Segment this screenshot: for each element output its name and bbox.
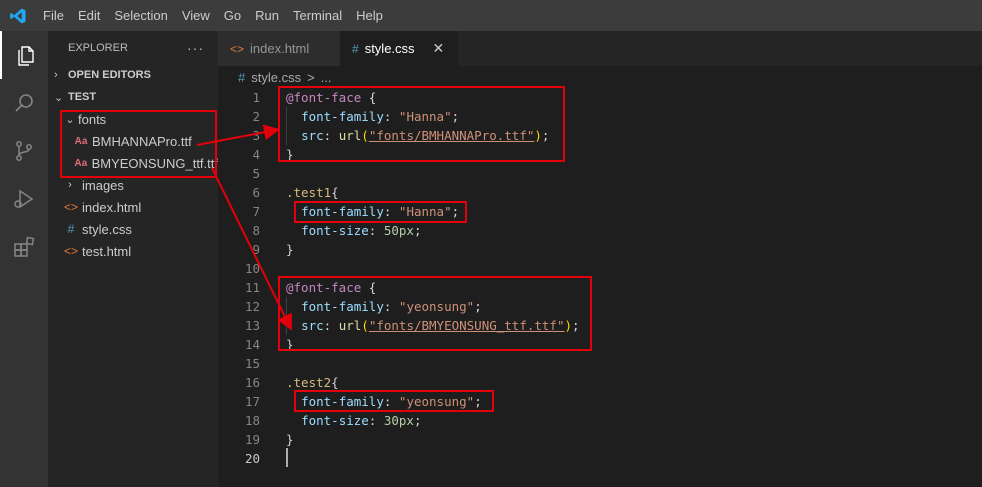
arrow-to-fontface-1 — [196, 124, 280, 146]
annotation-arrows — [196, 124, 292, 331]
arrow-to-fontface-2 — [211, 167, 292, 331]
